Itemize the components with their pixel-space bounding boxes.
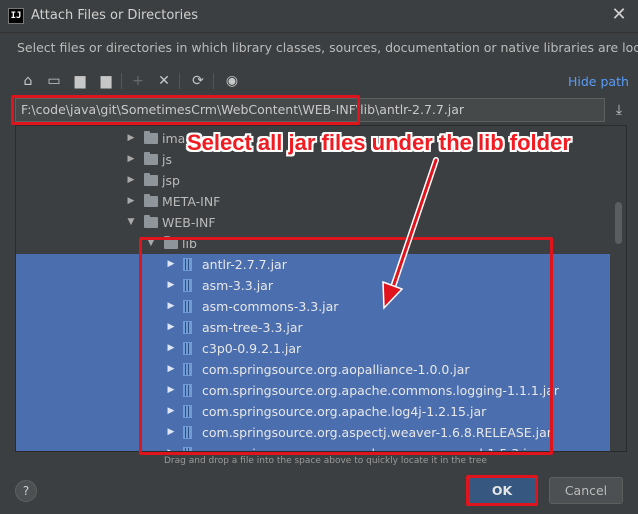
jar-file-icon (183, 447, 192, 451)
folder-icon (144, 152, 158, 165)
expand-arrow-icon[interactable]: ▶ (166, 443, 176, 451)
toolbar: ⌂ ▭ ▆ ▆ + ✕ ⟳ ◉ (17, 70, 457, 92)
tree-item-label: asm-commons-3.3.jar (202, 299, 339, 314)
expand-arrow-icon[interactable]: ▶ (166, 359, 176, 380)
tree-item-label: antlr-2.7.7.jar (202, 257, 287, 272)
scrollbar[interactable] (612, 126, 626, 451)
tree-item-jar[interactable]: ▶ com.springsource.org.aopalliance-1.0.0.… (16, 359, 610, 380)
toolbar-separator (121, 73, 122, 89)
tree-item-label: c3p0-0.9.2.1.jar (202, 341, 302, 356)
tree-item-jar[interactable]: ▶ com.springsource.org.apache.commons.log… (16, 380, 610, 401)
expand-arrow-icon[interactable]: ▶ (166, 296, 176, 317)
tree-item-jar[interactable]: ▶ com.springsource.org.apache.log4j-1.2.1… (16, 401, 610, 422)
tree-item-label: com.springsource.org.apache.commons.logg… (202, 383, 560, 398)
tree-item-label: asm-3.3.jar (202, 278, 273, 293)
expand-arrow-icon[interactable]: ▶ (126, 149, 136, 170)
tree-item-label: lib (182, 236, 197, 251)
toolbar-separator (179, 73, 180, 89)
folder-icon (144, 173, 158, 186)
folder-icon (144, 131, 158, 144)
tree-item-folder[interactable]: ▼ lib (16, 233, 610, 254)
jar-file-icon (183, 258, 192, 271)
tree-item-label: WEB-INF (162, 215, 216, 230)
tree-item-label: js (162, 152, 172, 167)
path-input[interactable]: F:\code\java\git\SometimesCrm\WebContent… (15, 98, 605, 122)
tree-item-folder[interactable]: ▶ jsp (16, 170, 610, 191)
close-icon[interactable]: ✕ (608, 4, 630, 26)
cancel-button[interactable]: Cancel (549, 477, 623, 504)
jar-file-icon (183, 405, 192, 418)
expand-arrow-icon[interactable]: ▶ (166, 380, 176, 401)
tree-item-jar[interactable]: ▶ antlr-2.7.7.jar (16, 254, 610, 275)
drag-drop-hint: Drag and drop a file into the space abov… (164, 456, 487, 466)
jar-file-icon (183, 279, 192, 292)
tree-item-jar[interactable]: ▶ asm-commons-3.3.jar (16, 296, 610, 317)
collapse-arrow-icon[interactable]: ▼ (126, 212, 136, 233)
tree-item-folder[interactable]: ▼ WEB-INF (16, 212, 610, 233)
expand-arrow-icon[interactable]: ▶ (166, 338, 176, 359)
module-folder-icon[interactable]: ▆ (95, 70, 117, 92)
folder-icon (164, 236, 178, 249)
delete-icon[interactable]: ✕ (153, 70, 175, 92)
home-icon[interactable]: ⌂ (17, 70, 39, 92)
collapse-arrow-icon[interactable]: ▼ (146, 233, 156, 254)
expand-arrow-icon[interactable]: ▶ (126, 170, 136, 191)
jar-file-icon (183, 342, 192, 355)
tree-item-label: META-INF (162, 194, 221, 209)
expand-arrow-icon[interactable]: ▶ (166, 254, 176, 275)
tree-item-label: com.springsource.org.aopalliance-1.0.0.j… (202, 362, 470, 377)
expand-arrow-icon[interactable]: ▶ (126, 191, 136, 212)
tree-item-jar[interactable]: ▶ com.springsource.org.apache.commons.poo… (16, 443, 610, 451)
file-tree[interactable]: ▶ com.springsource.org.apache.commons.poo… (15, 125, 627, 452)
refresh-icon[interactable]: ⟳ (187, 70, 209, 92)
jar-file-icon (183, 300, 192, 313)
ok-button[interactable]: OK (468, 477, 536, 504)
hide-path-link[interactable]: Hide path (568, 74, 629, 89)
jar-file-icon (183, 321, 192, 334)
jar-file-icon (183, 426, 192, 439)
folder-icon (144, 194, 158, 207)
tree-item-jar[interactable]: ▶ c3p0-0.9.2.1.jar (16, 338, 610, 359)
toolbar-separator (213, 73, 214, 89)
show-hidden-icon[interactable]: ◉ (221, 70, 243, 92)
tree-item-label: jsp (162, 173, 180, 188)
help-button[interactable]: ? (15, 480, 37, 502)
tree-item-label: com.springsource.org.apache.commons.pool… (202, 443, 539, 451)
jar-file-icon (183, 384, 192, 397)
download-icon[interactable]: ⤓ (610, 100, 628, 120)
new-folder-icon[interactable]: + (127, 70, 149, 92)
tree-item-label: com.springsource.org.aspectj.weaver-1.6.… (202, 425, 552, 440)
title-bar: IJ Attach Files or Directories ✕ (0, 0, 638, 33)
window-title: Attach Files or Directories (31, 8, 199, 23)
project-folder-icon[interactable]: ▆ (69, 70, 91, 92)
tree-item-jar[interactable]: ▶ asm-3.3.jar (16, 275, 610, 296)
expand-arrow-icon[interactable]: ▶ (166, 422, 176, 443)
tree-item-label: com.springsource.org.apache.log4j-1.2.15… (202, 404, 487, 419)
expand-arrow-icon[interactable]: ▶ (166, 401, 176, 422)
tree-item-jar[interactable]: ▶ asm-tree-3.3.jar (16, 317, 610, 338)
expand-arrow-icon[interactable]: ▶ (166, 275, 176, 296)
annotation-text: Select all jar files under the lib folde… (187, 130, 571, 155)
intellij-logo-icon: IJ (8, 8, 24, 24)
expand-arrow-icon[interactable]: ▶ (126, 128, 136, 149)
desktop-icon[interactable]: ▭ (43, 70, 65, 92)
scrollbar-thumb[interactable] (615, 202, 622, 244)
folder-icon (144, 215, 158, 228)
dialog-description: Select files or directories in which lib… (17, 40, 638, 55)
tree-item-folder[interactable]: ▶ META-INF (16, 191, 610, 212)
expand-arrow-icon[interactable]: ▶ (166, 317, 176, 338)
tree-item-jar[interactable]: ▶ com.springsource.org.aspectj.weaver-1.6… (16, 422, 610, 443)
jar-file-icon (183, 363, 192, 376)
tree-item-label: asm-tree-3.3.jar (202, 320, 303, 335)
